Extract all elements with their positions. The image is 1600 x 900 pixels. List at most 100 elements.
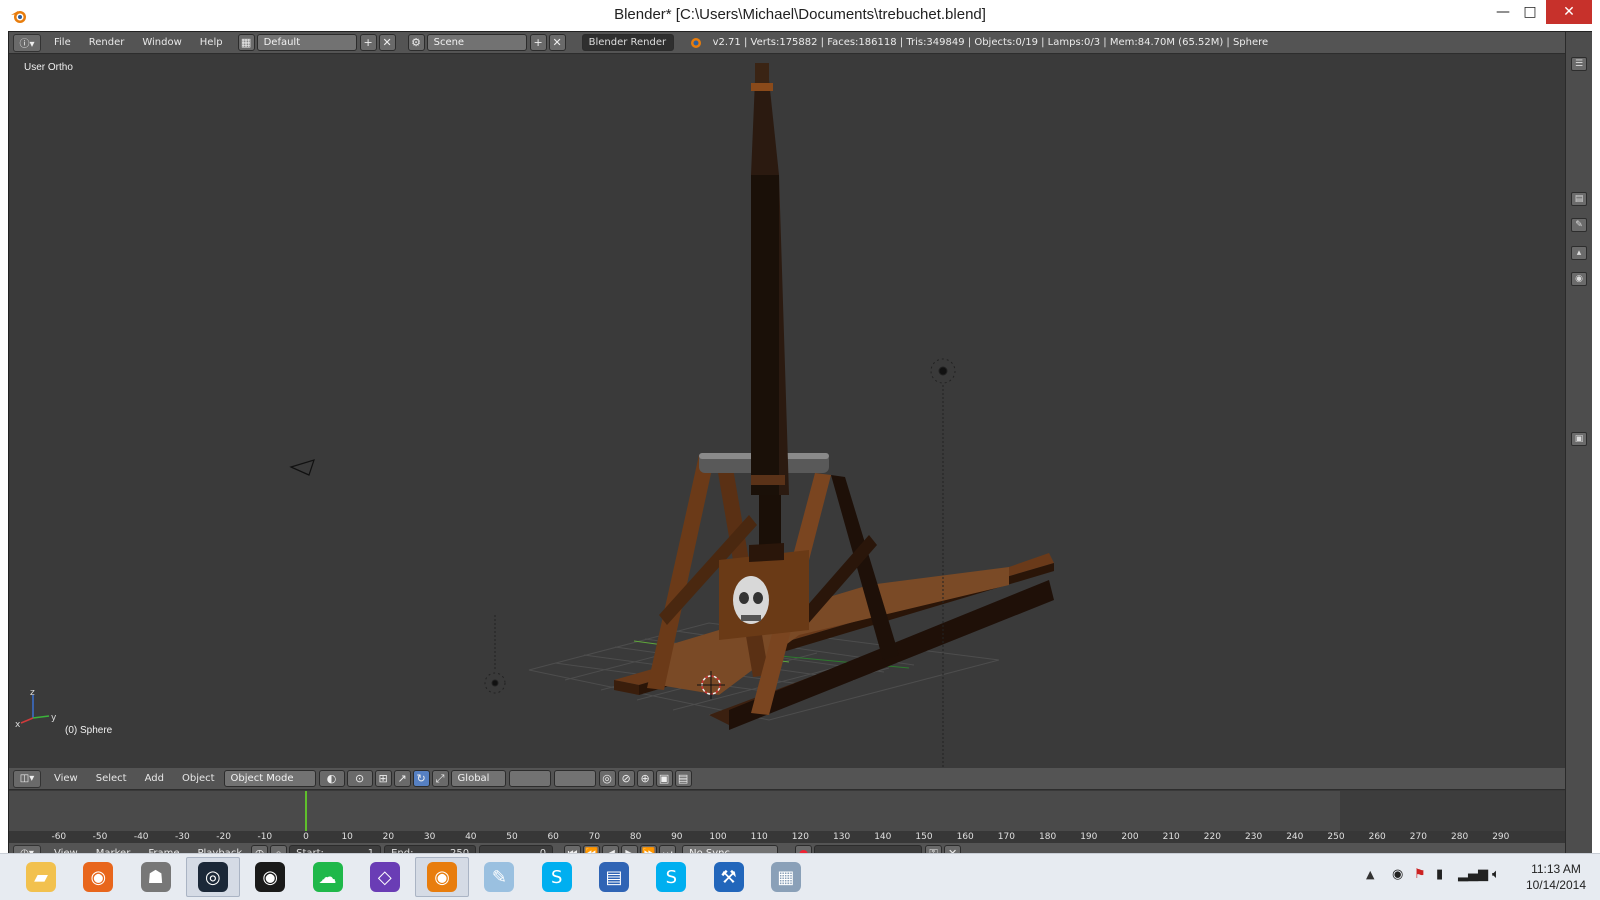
timeline-tick: -10 [257, 832, 273, 842]
snap-toggle[interactable]: ⊘ [617, 770, 635, 787]
proportional-edit-icon[interactable]: ◎ [598, 770, 616, 787]
remove-layout-button[interactable]: ✕ [378, 34, 396, 51]
timeline-tick: 90 [671, 832, 683, 842]
translate-manipulator[interactable]: ↗ [393, 770, 411, 787]
menu-select[interactable]: Select [87, 773, 136, 784]
layers-group-1[interactable] [508, 770, 551, 787]
tray-power-icon[interactable]: ▮ [1436, 867, 1443, 882]
timeline-tick: -60 [51, 832, 67, 842]
menu-add[interactable]: Add [136, 773, 173, 784]
firefox-icon: ◉ [83, 862, 114, 892]
taskbar-app-button[interactable]: ▤ [587, 857, 641, 897]
timeline-tick: 280 [1451, 832, 1469, 842]
add-scene-button[interactable]: + [529, 34, 547, 51]
timeline-tick: 210 [1162, 832, 1180, 842]
viewport-shading-select[interactable]: ◐ [318, 770, 345, 787]
world-icon[interactable]: ◉ [1571, 272, 1587, 286]
render-preview-icon[interactable]: ▣ [655, 770, 673, 787]
taskbar-app-button[interactable]: ⚒ [702, 857, 756, 897]
timeline-editor[interactable]: -60 -50 -40 -30 -20 -10 0 10 20 30 40 50 60 70 80 90 100… [9, 791, 1565, 843]
axis-gizmo [20, 695, 50, 724]
taskbar-app-button[interactable]: ◉ [71, 857, 125, 897]
taskbar-app-button[interactable]: ▦ [759, 857, 813, 897]
render-engine-select[interactable]: Blender Render [581, 34, 674, 51]
scale-manipulator[interactable]: ⤢ [431, 770, 449, 787]
menu-object[interactable]: Object [173, 773, 224, 784]
scene-icon[interactable]: ⚙ [407, 34, 425, 51]
info-header: ⓘ▾ File Render Window Help ▦ Default + ✕… [9, 32, 1565, 54]
menu-render[interactable]: Render [80, 37, 134, 48]
timeline-tick: 150 [915, 832, 933, 842]
timeline-track[interactable] [9, 791, 1565, 843]
mode-select[interactable]: Object Mode [223, 770, 316, 787]
close-button[interactable]: ✕ [1546, 0, 1592, 24]
timeline-tick: 290 [1492, 832, 1510, 842]
layers-group-2[interactable] [553, 770, 596, 787]
system-clock[interactable]: 11:13 AM 10/14/2014 [1526, 861, 1586, 893]
transform-orientation-select[interactable]: Global [450, 770, 506, 787]
taskbar-app-button[interactable]: S [530, 857, 584, 897]
object-data-icon[interactable]: ▣ [1571, 432, 1587, 446]
scroll-up-icon[interactable]: ▴ [1571, 246, 1587, 260]
skype-business-icon: S [656, 862, 687, 892]
scene-stats: v2.71 | Verts:175882 | Faces:186118 | Tr… [712, 37, 1269, 48]
axis-z-label: z [30, 688, 35, 698]
tray-network-icon[interactable]: ▂▄▆ [1458, 867, 1488, 882]
taskbar-app-button[interactable]: ☁ [301, 857, 355, 897]
properties-icon[interactable]: ▤ [1571, 192, 1587, 206]
snap-element-select[interactable]: ⊕ [636, 770, 654, 787]
opengl-render-icon[interactable]: ▤ [674, 770, 692, 787]
menu-file[interactable]: File [45, 37, 80, 48]
menu-view[interactable]: View [45, 773, 87, 784]
app-window-icon: ▤ [599, 862, 629, 892]
timeline-tick: 140 [874, 832, 892, 842]
windows-taskbar: 11:13 AM 10/14/2014 ▲ ◉ ⚑ ▮ ▂▄▆ 🔈︎ ▰ ◉ ☗ ◎ ◉… [0, 853, 1600, 900]
add-layout-button[interactable]: + [359, 34, 377, 51]
taskbar-app-button[interactable]: ✎ [472, 857, 526, 897]
timeline-tick: 0 [303, 832, 309, 842]
timeline-tick: 10 [341, 832, 353, 842]
taskbar-app-button[interactable]: S [644, 857, 698, 897]
menu-window[interactable]: Window [133, 37, 190, 48]
properties-strip: ☰ ▤ ✎ ▴ ◉ ▣ [1565, 32, 1592, 854]
timeline-out-of-range [1340, 791, 1565, 831]
taskbar-app-button[interactable]: ▰ [14, 857, 68, 897]
menu-help[interactable]: Help [191, 37, 232, 48]
tray-volume-icon[interactable]: 🔈︎ [1492, 867, 1500, 882]
pivot-point-select[interactable]: ⊙ [346, 770, 373, 787]
taskbar-app-button[interactable]: ◉ [243, 857, 297, 897]
manipulator-toggle[interactable]: ⊞ [374, 770, 392, 787]
rotate-manipulator[interactable]: ↻ [412, 770, 430, 787]
screen-layout-icon[interactable]: ▦ [237, 34, 255, 51]
clock-date: 10/14/2014 [1525, 878, 1586, 892]
timeline-tick: 200 [1121, 832, 1139, 842]
taskbar-app-button[interactable]: ◉ [415, 857, 470, 897]
tray-expand-icon[interactable]: ▲ [1366, 868, 1374, 881]
timeline-tick: 180 [1039, 832, 1057, 842]
timeline-tick: 230 [1245, 832, 1263, 842]
timeline-tick: 40 [465, 832, 477, 842]
editor-type-info-button[interactable]: ⓘ▾ [13, 33, 41, 52]
timeline-tick: 30 [423, 832, 436, 842]
timeline-tick: -50 [92, 832, 108, 842]
taskbar-app-button[interactable]: ◇ [358, 857, 412, 897]
timeline-ruler[interactable]: -60 -50 -40 -30 -20 -10 0 10 20 30 40 50 60 70 80 90 100… [9, 831, 1565, 843]
tools-icon[interactable]: ✎ [1571, 218, 1587, 232]
razer-icon: ◉ [255, 862, 286, 892]
scene-render: z y x [15, 63, 1054, 768]
clock-time: 11:13 AM [1531, 862, 1581, 876]
screen-layout-field[interactable]: Default [256, 34, 357, 51]
taskbar-app-button[interactable]: ◎ [185, 857, 240, 897]
timeline-tick: 20 [382, 832, 395, 842]
editor-type-3d-view-button[interactable]: ◫▾ [13, 769, 41, 788]
timeline-tick: 100 [709, 832, 727, 842]
taskbar-app-button[interactable]: ☗ [129, 857, 183, 897]
3d-viewport[interactable]: User Ortho (0) Sphere z y x [9, 55, 1565, 768]
outliner-icon[interactable]: ☰ [1571, 57, 1587, 71]
tray-steam-icon[interactable]: ◉ [1392, 867, 1403, 882]
camera-object [289, 459, 315, 476]
tray-action-center-icon[interactable]: ⚑ [1414, 867, 1426, 882]
remove-scene-button[interactable]: ✕ [548, 34, 566, 51]
scene-field[interactable]: Scene [426, 34, 527, 51]
window-titlebar: Blender* [C:\Users\Michael\Documents\tre… [0, 0, 1600, 31]
